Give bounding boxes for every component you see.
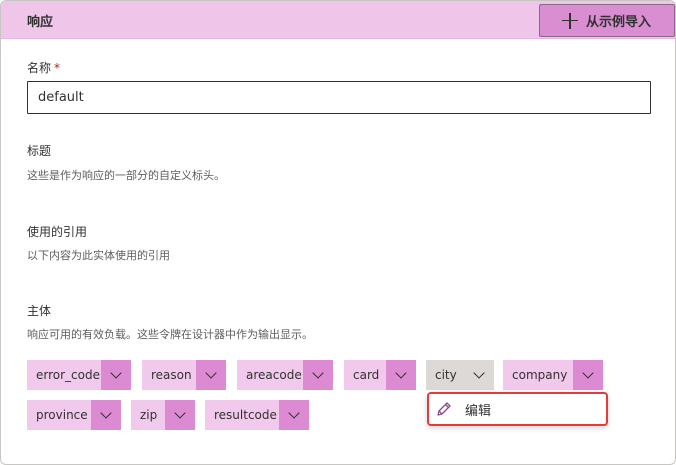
import-button-label: 从示例导入 [586, 15, 652, 30]
body-section-title: 主体 [27, 304, 52, 318]
chevron-down-icon[interactable] [91, 400, 121, 430]
token-label: card [344, 360, 386, 390]
import-from-sample-button[interactable]: 从示例导入 [539, 4, 675, 37]
token-label: error_code [27, 360, 101, 390]
token-label: zip [131, 400, 165, 430]
token-areacode[interactable]: areacode [237, 360, 333, 390]
references-section-title: 使用的引用 [27, 225, 88, 239]
token-label: city [426, 360, 464, 390]
body-section-description: 响应可用的有效负载。这些令牌在设计器中作为输出显示。 [27, 328, 313, 341]
token-province[interactable]: province [27, 400, 121, 430]
token-label: reason [142, 360, 196, 390]
token-context-menu: 编辑 [427, 392, 608, 426]
chevron-down-icon[interactable] [464, 360, 494, 390]
token-card[interactable]: card [344, 360, 416, 390]
chevron-down-icon[interactable] [196, 360, 226, 390]
chevron-down-icon[interactable] [279, 400, 309, 430]
name-label-text: 名称 [27, 61, 52, 75]
panel-title: 响应 [27, 15, 54, 30]
chevron-down-icon[interactable] [303, 360, 333, 390]
name-field-label: 名称 * [27, 59, 60, 76]
name-input[interactable] [27, 81, 651, 114]
required-mark: * [54, 61, 61, 75]
token-zip[interactable]: zip [131, 400, 195, 430]
response-panel: 响应 从示例导入 名称* 标题 这些是作为响应的一部分的自定义标头。 使用的引用… [0, 0, 676, 465]
pencil-icon [437, 402, 451, 416]
headers-section-description: 这些是作为响应的一部分的自定义标头。 [27, 169, 225, 182]
token-city[interactable]: city [426, 360, 494, 390]
chevron-down-icon[interactable] [101, 360, 131, 390]
token-label: areacode [237, 360, 303, 390]
plus-icon [560, 11, 580, 31]
chevron-down-icon[interactable] [165, 400, 195, 430]
token-resultcode[interactable]: resultcode [205, 400, 309, 430]
edit-menu-item[interactable]: 编辑 [465, 400, 491, 419]
token-company[interactable]: company [503, 360, 603, 390]
token-error-code[interactable]: error_code [27, 360, 131, 390]
token-label: resultcode [205, 400, 279, 430]
headers-section-title: 标题 [27, 144, 52, 158]
token-label: province [27, 400, 91, 430]
token-label: company [503, 360, 573, 390]
panel-header: 响应 从示例导入 [1, 1, 675, 39]
references-section-description: 以下内容为此实体使用的引用 [27, 249, 170, 262]
chevron-down-icon[interactable] [573, 360, 603, 390]
chevron-down-icon[interactable] [386, 360, 416, 390]
token-reason[interactable]: reason [142, 360, 226, 390]
